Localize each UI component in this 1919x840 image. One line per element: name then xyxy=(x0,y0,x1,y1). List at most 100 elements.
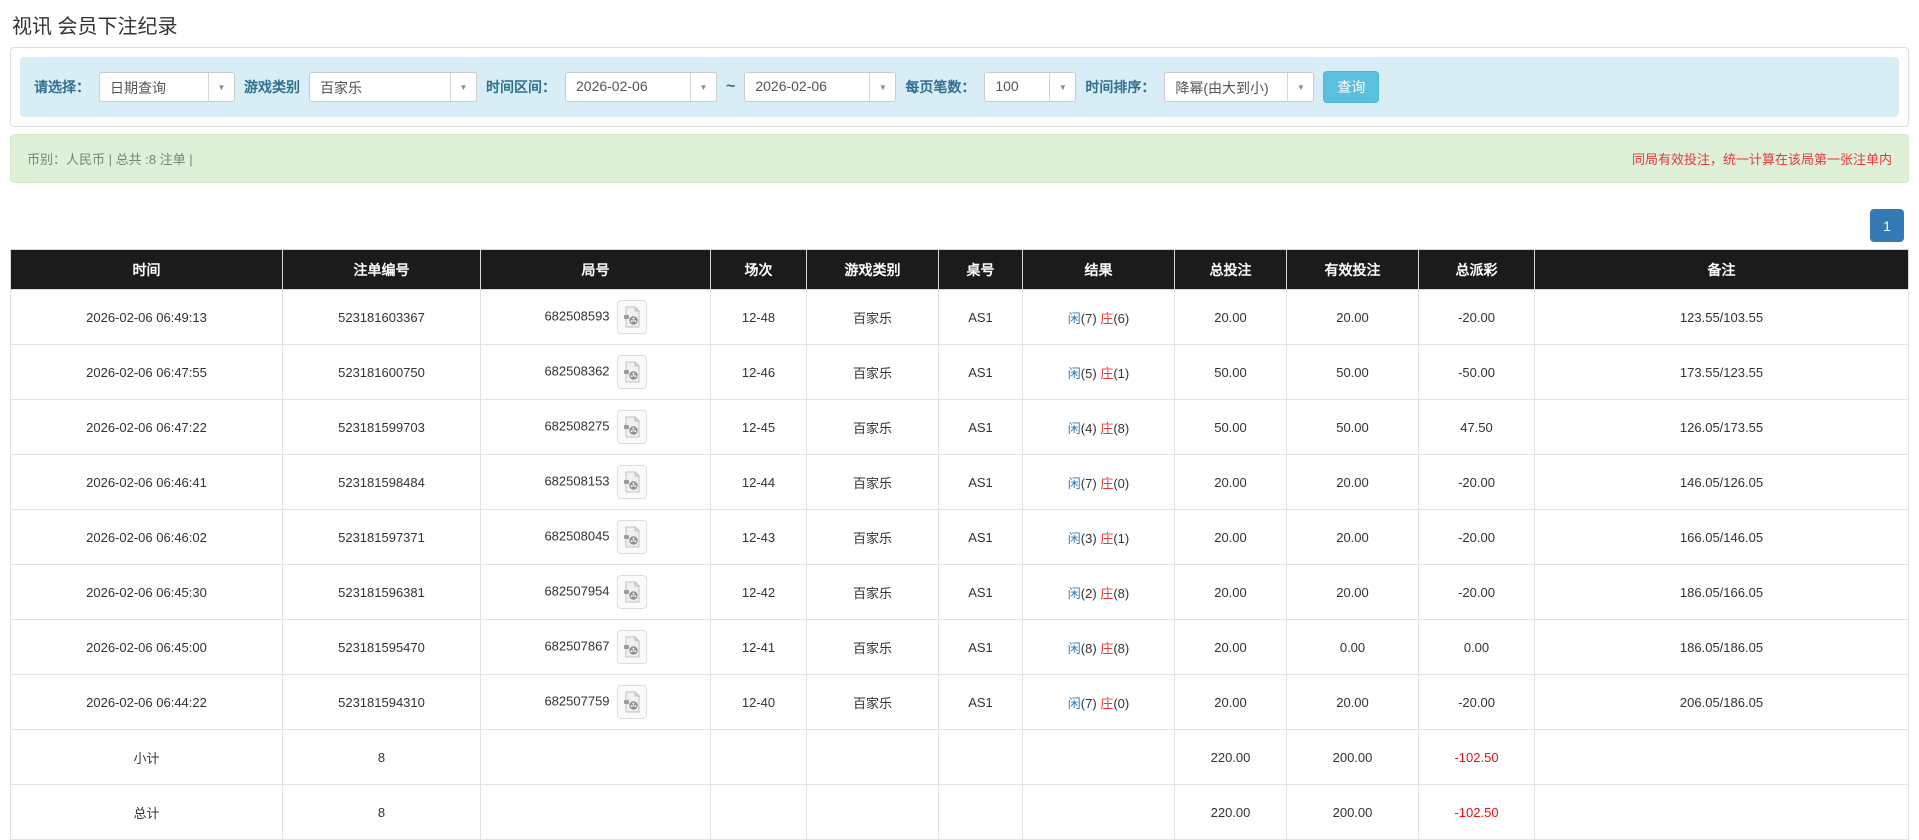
round-id-value: 682508362 xyxy=(544,363,610,379)
cell-session: 12-43 xyxy=(710,509,807,565)
page-size-select[interactable]: 100 ▼ xyxy=(984,72,1077,102)
cell-time: 2026-02-06 06:45:30 xyxy=(10,564,283,620)
table-footer-row: 小计 8 220.00 200.00 -102.50 xyxy=(10,729,1909,785)
result-banker-label: 庄 xyxy=(1100,530,1114,546)
cell-bet-id: 523181594310 xyxy=(282,674,481,730)
round-id-value: 682507759 xyxy=(544,693,610,709)
result-banker-label: 庄 xyxy=(1100,310,1114,326)
cell-valid-bet: 20.00 xyxy=(1286,454,1419,510)
footer-empty-remark xyxy=(1534,784,1909,840)
footer-empty-game-type xyxy=(806,784,939,840)
date-from-value: 2026-02-06 xyxy=(576,78,648,94)
cell-table-id: AS1 xyxy=(938,344,1023,400)
round-id-value: 682508593 xyxy=(544,308,610,324)
cell-table-id: AS1 xyxy=(938,454,1023,510)
cell-session: 12-40 xyxy=(710,674,807,730)
video-record-icon[interactable] xyxy=(616,685,647,719)
footer-valid-bet: 200.00 xyxy=(1286,729,1419,785)
search-button[interactable]: 查询 xyxy=(1323,71,1380,103)
result-player-score: (7) xyxy=(1080,695,1097,711)
time-range-label: 时间区间： xyxy=(486,79,556,95)
header-result: 结果 xyxy=(1022,249,1175,290)
cell-payout: -20.00 xyxy=(1418,509,1535,565)
bet-records-table: 时间 注单编号 局号 场次 游戏类别 桌号 结果 总投注 有效投注 总派彩 备注… xyxy=(10,249,1909,840)
result-banker-label: 庄 xyxy=(1100,420,1114,436)
result-player-score: (5) xyxy=(1080,365,1097,381)
cell-game-type: 百家乐 xyxy=(806,289,939,345)
cell-payout: -20.00 xyxy=(1418,564,1535,620)
footer-label: 小计 xyxy=(10,729,283,785)
result-banker-label: 庄 xyxy=(1100,475,1114,491)
query-type-select[interactable]: 日期查询 ▼ xyxy=(99,72,235,102)
result-player-score: (2) xyxy=(1080,585,1097,601)
table-row: 2026-02-06 06:46:41 523181598484 682508153… xyxy=(10,454,1909,510)
date-separator: ~ xyxy=(726,78,736,95)
header-total-bet: 总投注 xyxy=(1174,249,1287,290)
cell-result: 闲(7) 庄(0) xyxy=(1022,454,1175,510)
video-record-icon[interactable] xyxy=(616,410,647,444)
date-from-picker[interactable]: 2026-02-06 ▼ xyxy=(565,72,717,102)
query-type-value: 日期查询 xyxy=(110,80,166,96)
chevron-down-icon: ▼ xyxy=(208,73,234,101)
video-record-icon[interactable] xyxy=(616,575,647,609)
result-banker-label: 庄 xyxy=(1100,695,1114,711)
cell-remark: 126.05/173.55 xyxy=(1534,399,1909,455)
table-row: 2026-02-06 06:47:55 523181600750 682508362… xyxy=(10,344,1909,400)
result-player-score: (7) xyxy=(1080,310,1097,326)
cell-table-id: AS1 xyxy=(938,399,1023,455)
cell-remark: 146.05/126.05 xyxy=(1534,454,1909,510)
table-header: 时间 注单编号 局号 场次 游戏类别 桌号 结果 总投注 有效投注 总派彩 备注 xyxy=(10,249,1909,290)
footer-label: 总计 xyxy=(10,784,283,840)
result-banker-score: (8) xyxy=(1113,640,1130,656)
cell-total-bet: 20.00 xyxy=(1174,289,1287,345)
result-banker-label: 庄 xyxy=(1100,640,1114,656)
date-to-picker[interactable]: 2026-02-06 ▼ xyxy=(744,72,897,102)
cell-table-id: AS1 xyxy=(938,619,1023,675)
video-record-icon[interactable] xyxy=(616,520,647,554)
select-type-label: 请选择： xyxy=(34,79,90,95)
table-row: 2026-02-06 06:45:00 523181595470 682507867… xyxy=(10,619,1909,675)
cell-session: 12-45 xyxy=(710,399,807,455)
page-size-label: 每页笔数： xyxy=(905,79,976,95)
sort-label: 时间排序： xyxy=(1085,79,1156,95)
result-player-label: 闲 xyxy=(1067,310,1081,326)
video-record-icon[interactable] xyxy=(616,355,647,389)
video-record-icon[interactable] xyxy=(616,300,647,334)
sort-select[interactable]: 降幂(由大到小) ▼ xyxy=(1164,72,1315,102)
footer-valid-bet: 200.00 xyxy=(1286,784,1419,840)
result-banker-score: (1) xyxy=(1113,530,1130,546)
result-banker-score: (1) xyxy=(1113,365,1130,381)
cell-remark: 166.05/146.05 xyxy=(1534,509,1909,565)
page-number-button[interactable]: 1 xyxy=(1870,209,1904,242)
cell-total-bet: 20.00 xyxy=(1174,454,1287,510)
table-row: 2026-02-06 06:49:13 523181603367 682508593… xyxy=(10,289,1909,345)
header-game-type: 游戏类别 xyxy=(806,249,939,290)
footer-count: 8 xyxy=(282,729,481,785)
page-root: 视讯 会员下注纪录 请选择： 日期查询 ▼ 游戏类别 百家乐 ▼ 时间区间： 2… xyxy=(0,10,1919,840)
footer-payout: -102.50 xyxy=(1418,729,1535,785)
result-player-score: (3) xyxy=(1080,530,1097,546)
cell-remark: 173.55/123.55 xyxy=(1534,344,1909,400)
cell-session: 12-44 xyxy=(710,454,807,510)
footer-payout: -102.50 xyxy=(1418,784,1535,840)
video-record-icon[interactable] xyxy=(616,630,647,664)
cell-result: 闲(5) 庄(1) xyxy=(1022,344,1175,400)
cell-round-id: 682507954 xyxy=(480,564,711,620)
page-title: 视讯 会员下注纪录 xyxy=(12,16,178,38)
result-player-label: 闲 xyxy=(1067,640,1081,656)
cell-total-bet: 20.00 xyxy=(1174,674,1287,730)
table-body: 2026-02-06 06:49:13 523181603367 682508593… xyxy=(10,289,1909,840)
sort-value: 降幂(由大到小) xyxy=(1175,80,1269,96)
footer-empty-session xyxy=(710,729,807,785)
result-player-score: (7) xyxy=(1080,475,1097,491)
result-banker-score: (0) xyxy=(1113,475,1130,491)
game-type-select[interactable]: 百家乐 ▼ xyxy=(309,72,477,102)
header-remark: 备注 xyxy=(1534,249,1909,290)
footer-empty-result xyxy=(1022,729,1175,785)
cell-result: 闲(4) 庄(8) xyxy=(1022,399,1175,455)
cell-game-type: 百家乐 xyxy=(806,344,939,400)
cell-bet-id: 523181597371 xyxy=(282,509,481,565)
video-record-icon[interactable] xyxy=(616,465,647,499)
chevron-down-icon: ▼ xyxy=(450,73,476,101)
chevron-down-icon: ▼ xyxy=(869,73,895,101)
